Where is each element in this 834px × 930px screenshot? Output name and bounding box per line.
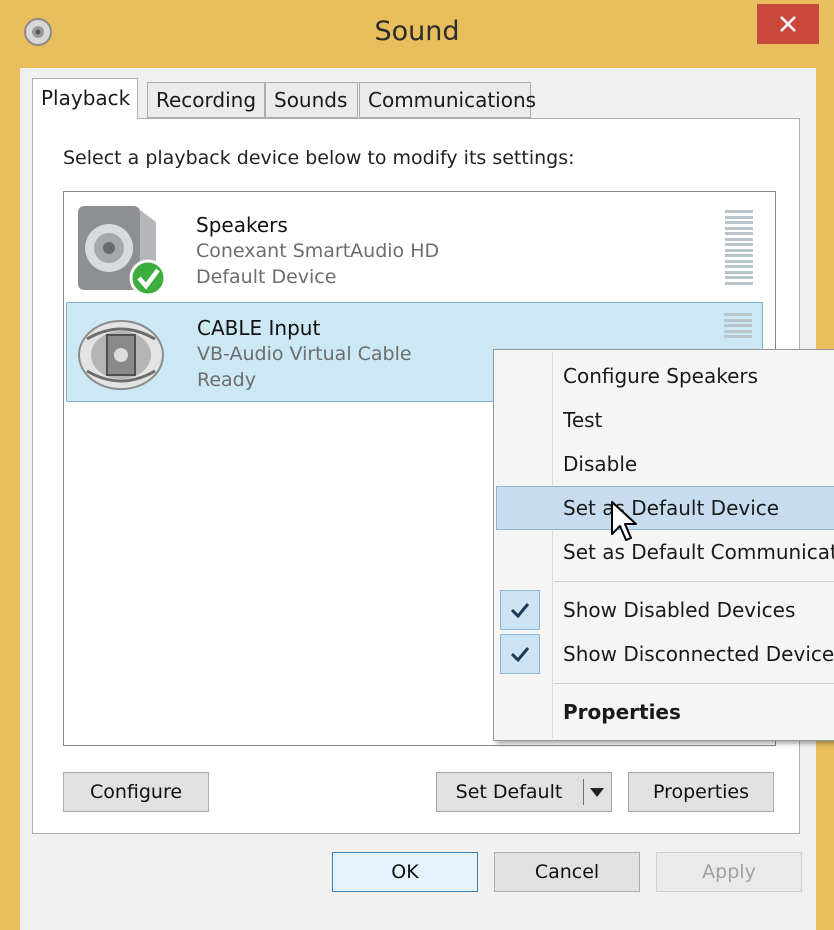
dropdown-arrow-icon[interactable] [589, 787, 605, 799]
device-item-speakers[interactable]: Speakers Conexant SmartAudio HD Default … [66, 196, 763, 297]
menu-item-set-default-communications[interactable]: Set as Default Communications Device [496, 530, 834, 574]
menu-item-show-disconnected[interactable]: Show Disconnected Devices [496, 632, 834, 676]
device-name: CABLE Input [197, 316, 321, 340]
menu-item-label: Show Disabled Devices [563, 598, 796, 622]
close-icon [780, 16, 796, 32]
set-default-button[interactable]: Set Default [436, 772, 612, 812]
volume-meter [725, 210, 753, 288]
window-title: Sound [374, 16, 460, 47]
device-status: Default Device [196, 266, 337, 288]
tab-playback[interactable]: Playback [32, 78, 138, 119]
context-menu: Configure Speakers Test Disable Set as D… [493, 349, 834, 741]
menu-separator [554, 683, 834, 684]
menu-item-show-disabled[interactable]: Show Disabled Devices [496, 588, 834, 632]
check-icon [500, 590, 540, 630]
menu-separator [554, 581, 834, 582]
ok-button[interactable]: OK [332, 852, 478, 892]
check-icon [500, 634, 540, 674]
tab-recording[interactable]: Recording [147, 82, 265, 118]
volume-meter [724, 313, 752, 343]
speaker-icon [78, 206, 167, 297]
menu-item-configure-speakers[interactable]: Configure Speakers [496, 354, 834, 398]
cable-icon [78, 320, 164, 390]
split-divider [583, 779, 584, 805]
menu-item-test[interactable]: Test [496, 398, 834, 442]
menu-item-label: Show Disconnected Devices [563, 642, 834, 666]
set-default-label: Set Default [455, 781, 563, 803]
close-button[interactable] [757, 4, 819, 44]
instruction-text: Select a playback device below to modify… [63, 147, 575, 169]
device-driver: VB-Audio Virtual Cable [197, 343, 412, 365]
menu-item-properties[interactable]: Properties [496, 690, 834, 734]
tab-sounds[interactable]: Sounds [265, 82, 358, 118]
device-name: Speakers [196, 213, 288, 237]
menu-item-disable[interactable]: Disable [496, 442, 834, 486]
cancel-button[interactable]: Cancel [494, 852, 640, 892]
tab-communications[interactable]: Communications [359, 82, 536, 118]
title-bar[interactable]: Sound [0, 0, 834, 68]
apply-button[interactable]: Apply [656, 852, 802, 892]
device-status: Ready [197, 369, 256, 391]
device-driver: Conexant SmartAudio HD [196, 240, 440, 262]
properties-button[interactable]: Properties [628, 772, 774, 812]
menu-item-set-default-device[interactable]: Set as Default Device [496, 486, 834, 530]
mouse-cursor-icon [611, 501, 637, 541]
configure-button[interactable]: Configure [63, 772, 209, 812]
